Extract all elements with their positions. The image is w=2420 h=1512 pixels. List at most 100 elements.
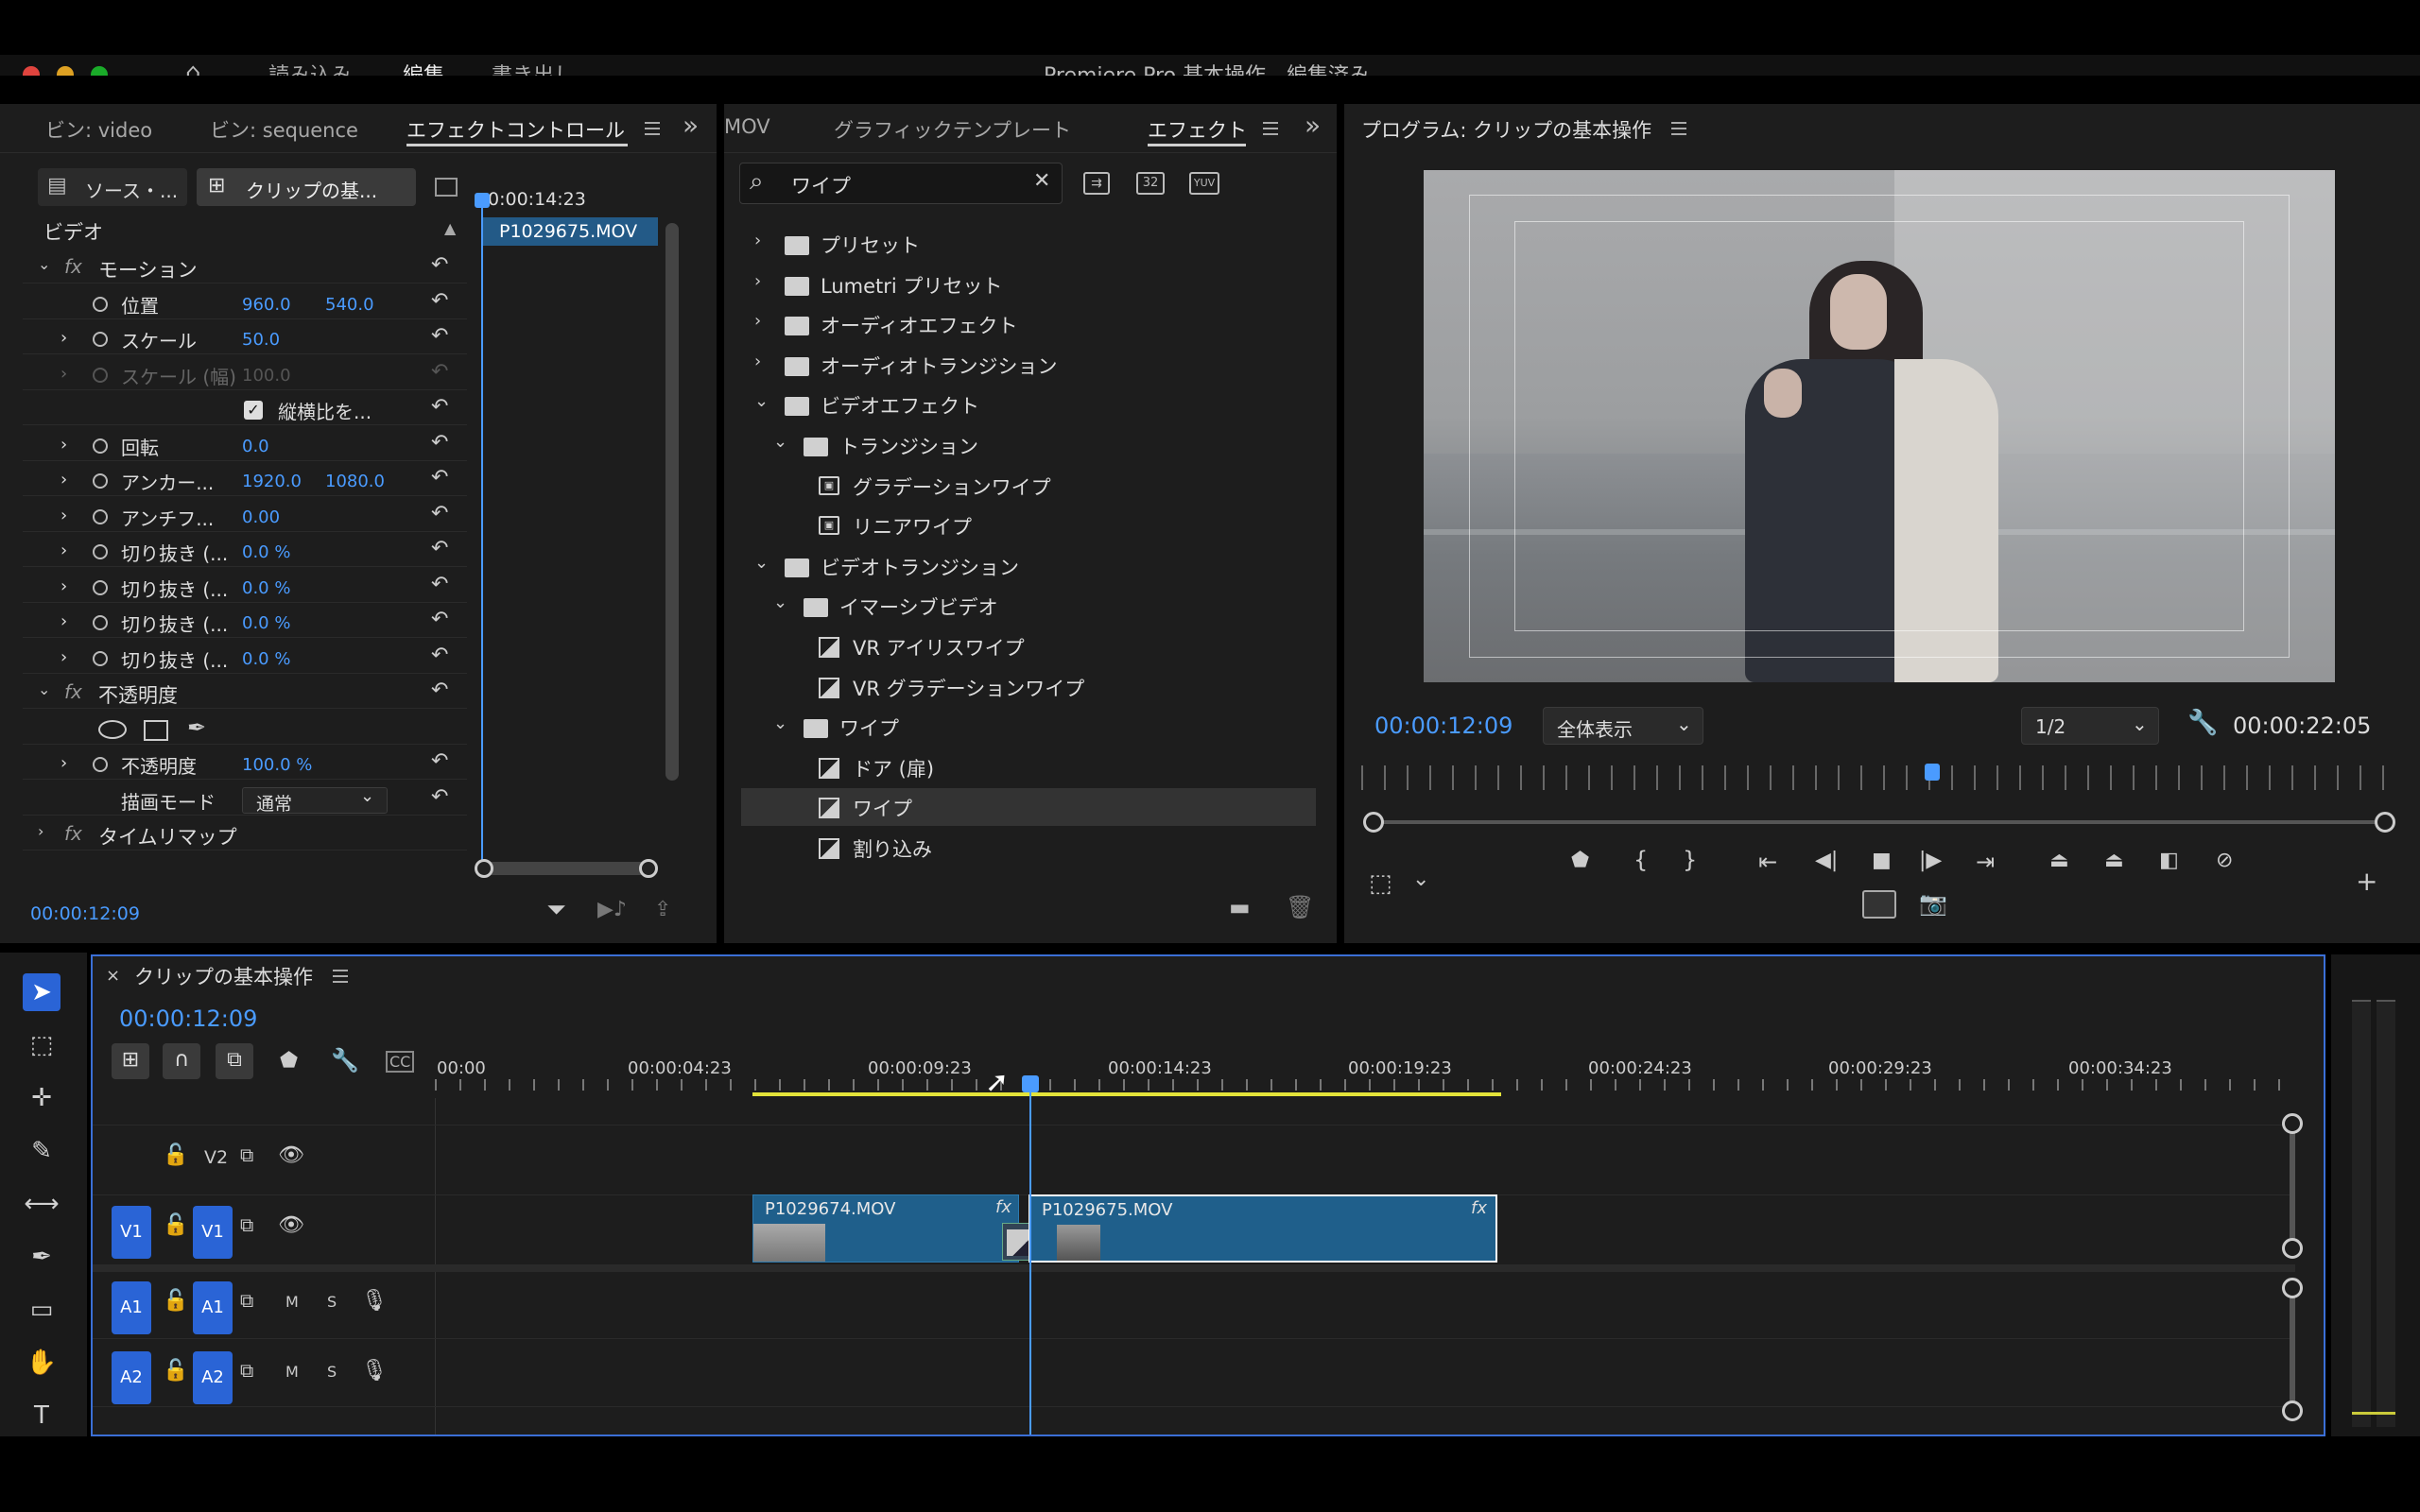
program-menu-icon[interactable] <box>1671 122 1686 135</box>
chevron-right-icon[interactable]: › <box>754 271 761 291</box>
reset-icon[interactable]: ↶ <box>431 608 448 631</box>
source-patch-a1[interactable]: A1 <box>112 1281 151 1334</box>
reset-icon[interactable]: ↶ <box>431 679 448 702</box>
chevron-down-icon[interactable]: ⌄ <box>754 391 769 411</box>
mark-out-icon[interactable]: } <box>1683 847 1697 873</box>
source-patch-v1[interactable]: V1 <box>112 1206 151 1259</box>
property-value[interactable]: 0.0 % <box>242 649 290 669</box>
stopwatch-icon[interactable] <box>93 651 108 666</box>
reset-icon[interactable]: ↶ <box>431 644 448 667</box>
lock-a2-icon[interactable]: 🔓 <box>163 1359 188 1383</box>
zoom-bar-right-handle[interactable] <box>2375 812 2395 833</box>
program-zoom-bar[interactable] <box>1363 812 2395 833</box>
program-playhead-marker[interactable] <box>1925 764 1940 781</box>
close-window-button[interactable] <box>23 66 40 76</box>
chevron-right-icon[interactable]: › <box>60 506 67 525</box>
type-tool-icon[interactable]: T <box>23 1397 60 1435</box>
program-mini-ruler[interactable] <box>1361 765 2384 790</box>
linked-selection-button[interactable]: ⧉ <box>216 1043 253 1079</box>
property-value[interactable]: 0.0 % <box>242 542 290 562</box>
track-target-a1[interactable]: A1 <box>193 1281 233 1334</box>
property-value-2[interactable]: 1080.0 <box>325 472 385 491</box>
tree-item-label[interactable]: グラデーションワイプ <box>853 472 1051 501</box>
menu-export[interactable]: 書き出し <box>492 59 575 76</box>
tree-item-label[interactable]: オーディオエフェクト <box>821 311 1018 339</box>
track-target-a2[interactable]: A2 <box>193 1351 233 1404</box>
fx-toggle-icon[interactable]: fx <box>64 255 82 278</box>
step-forward-icon[interactable]: |▶ <box>1919 849 1942 872</box>
effects-more-icon[interactable]: » <box>1305 110 1321 141</box>
menu-import[interactable]: 読み込み <box>268 59 352 76</box>
timeline-menu-icon[interactable] <box>333 970 348 983</box>
selection-tool-icon[interactable]: ➤ <box>23 973 60 1011</box>
delete-icon[interactable]: 🗑 <box>1286 894 1314 920</box>
pen-tool-icon[interactable]: ✒ <box>23 1238 60 1276</box>
close-timeline-icon[interactable]: × <box>106 966 120 986</box>
property-value[interactable]: 0.00 <box>242 507 280 527</box>
property-value[interactable]: 0.0 <box>242 437 269 456</box>
toggle-timeline-icon[interactable] <box>435 178 458 197</box>
tab-bin-sequence[interactable]: ビン: sequence <box>210 115 358 144</box>
filter-icon[interactable]: ⏷ <box>546 896 566 925</box>
chevron-right-icon[interactable]: › <box>754 352 761 371</box>
reset-icon[interactable]: ↶ <box>431 749 448 773</box>
tab-bin-video[interactable]: ビン: video <box>45 115 152 144</box>
chevron-right-icon[interactable]: › <box>60 753 67 773</box>
rectangle-tool-icon[interactable]: ▭ <box>23 1291 60 1329</box>
timeline-timecode[interactable]: 00:00:12:09 <box>119 1005 257 1032</box>
v-scroll-audio[interactable] <box>2282 1278 2303 1421</box>
camera-icon[interactable]: 📷 <box>1919 890 1947 917</box>
stopwatch-icon[interactable] <box>93 580 108 595</box>
lock-a1-icon[interactable]: 🔓 <box>163 1289 188 1313</box>
stopwatch-icon[interactable] <box>93 332 108 347</box>
chevron-down-icon[interactable]: ⌄ <box>773 713 787 733</box>
scroll-up-icon[interactable]: ▲ <box>444 219 456 237</box>
chevron-right-icon[interactable]: › <box>38 822 43 840</box>
stopwatch-icon[interactable] <box>93 544 108 559</box>
source-selector[interactable]: ▤ ソース・... <box>38 168 187 206</box>
play-audio-icon[interactable]: ▶♪ <box>597 898 627 921</box>
stopwatch-icon[interactable] <box>93 473 108 489</box>
chevron-right-icon[interactable]: › <box>60 576 67 596</box>
effects-search-box[interactable]: ⌕ ワイプ ✕ <box>739 163 1063 204</box>
extract-icon[interactable]: ⏏ <box>2104 849 2124 872</box>
mark-in-icon[interactable]: { <box>1634 847 1648 873</box>
v-scroll-video[interactable] <box>2282 1113 2303 1259</box>
uniform-scale-checkbox[interactable]: ✓ <box>244 401 263 420</box>
handle-bottom[interactable] <box>2282 1400 2303 1421</box>
reset-icon[interactable]: ↶ <box>431 324 448 348</box>
tab-graphic-templates[interactable]: グラフィックテンプレート <box>834 115 1071 144</box>
fx-toggle-icon[interactable]: fx <box>64 680 82 703</box>
mic-a2-icon[interactable]: 🎙 <box>361 1359 388 1383</box>
ellipse-mask-icon[interactable] <box>98 720 127 739</box>
menu-edit[interactable]: 編集 <box>403 59 444 76</box>
stopwatch-icon[interactable] <box>93 757 108 772</box>
chevron-right-icon[interactable]: › <box>60 541 67 560</box>
chevron-down-icon[interactable]: ⌄ <box>38 680 50 698</box>
reset-icon[interactable]: ↶ <box>431 502 448 525</box>
property-value[interactable]: 0.0 % <box>242 578 290 598</box>
export-icon[interactable]: ⇪ <box>654 898 671 921</box>
handle-top[interactable] <box>2282 1278 2303 1298</box>
zoom-window-button[interactable] <box>91 66 108 76</box>
effects-menu-icon[interactable] <box>1263 122 1278 135</box>
lock-v2-icon[interactable]: 🔓 <box>163 1143 188 1167</box>
chevron-down-icon[interactable]: ⌄ <box>773 432 787 452</box>
chevron-right-icon[interactable]: › <box>754 231 761 250</box>
home-icon[interactable]: ⌂ <box>185 59 201 76</box>
timeline-playhead-head[interactable] <box>1022 1075 1039 1092</box>
tree-item-label[interactable]: VR アイリスワイプ <box>853 633 1025 662</box>
property-value[interactable]: 960.0 <box>242 295 291 315</box>
32bit-effects-icon[interactable]: 32 <box>1136 172 1165 195</box>
program-timecode[interactable]: 00:00:12:09 <box>1374 713 1512 739</box>
tree-item-label[interactable]: 割り込み <box>853 834 932 863</box>
new-bin-icon[interactable]: ▬ <box>1229 894 1251 920</box>
handle-bottom[interactable] <box>2282 1238 2303 1259</box>
reset-icon[interactable]: ↶ <box>431 360 448 384</box>
tree-item-label[interactable]: リニアワイプ <box>853 512 972 541</box>
zoom-select[interactable]: 全体表示 ⌄ <box>1543 707 1703 745</box>
eye-v2-icon[interactable]: 👁 <box>278 1143 304 1167</box>
mute-a1-button[interactable]: M <box>285 1293 299 1311</box>
stopwatch-icon[interactable] <box>93 368 108 383</box>
work-area-bar[interactable] <box>752 1092 1501 1096</box>
